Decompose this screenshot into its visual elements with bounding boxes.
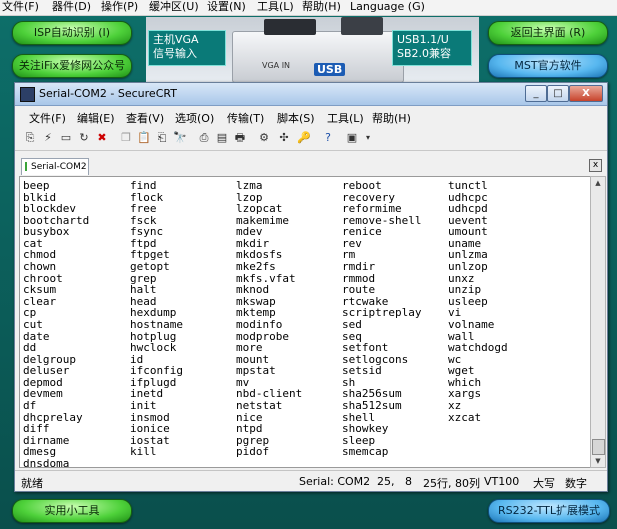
status-num: 数字 xyxy=(565,477,587,490)
status-terminal-type: VT100 xyxy=(484,475,520,488)
find-icon[interactable]: 🔭 xyxy=(173,131,187,145)
session-options-icon[interactable]: ⚙ xyxy=(257,131,271,145)
quick-connect-icon[interactable]: ⚡ xyxy=(41,131,55,145)
minimize-button[interactable]: _ xyxy=(525,85,547,102)
connect-icon[interactable]: ⎘ xyxy=(23,131,37,145)
isp-auto-detect-button[interactable]: ISP自动识别 (I) xyxy=(12,21,132,45)
mst-software-button[interactable]: MST官方软件 xyxy=(488,54,608,78)
securecrt-window: Serial-COM2 - SecureCRT _ □ X 文件(F) 编辑(E… xyxy=(14,82,608,492)
copy-paste-icon[interactable]: ⎗ xyxy=(155,131,169,145)
tab-serial-com2[interactable]: Serial-COM2 xyxy=(21,158,89,175)
menu-language[interactable]: Language (G) xyxy=(350,0,425,14)
menu-file[interactable]: 文件(F) xyxy=(2,0,39,14)
scroll-thumb[interactable] xyxy=(592,439,605,455)
paste-icon[interactable]: 📋 xyxy=(137,131,151,145)
global-options-icon[interactable]: ✣ xyxy=(277,131,291,145)
toolbar: ⎘ ⚡ ▭ ↻ ✖ ❐ 📋 ⎗ 🔭 ⎙ ▤ 🖶 ⚙ ✣ 🔑 ? ▣ ▾ xyxy=(15,128,607,151)
maximize-button[interactable]: □ xyxy=(547,85,569,102)
crt-menu-view[interactable]: 查看(V) xyxy=(126,110,164,126)
menu-settings[interactable]: 设置(N) xyxy=(207,0,246,14)
usb-logo: USB xyxy=(314,63,346,76)
keymap-icon[interactable]: 🔑 xyxy=(297,131,311,145)
tab-status-indicator xyxy=(25,162,27,171)
outer-menubar: 文件(F) 器件(D) 操作(P) 缓冲区(U) 设置(N) 工具(L) 帮助(… xyxy=(0,0,617,16)
usb-compat-callout: USB1.1/U SB2.0兼容 xyxy=(392,30,472,66)
crt-menu-transfer[interactable]: 传输(T) xyxy=(227,110,264,126)
sftp-icon[interactable]: ▣ xyxy=(345,131,359,145)
status-rows-cols: 25行, 80列 xyxy=(423,477,480,490)
tab-label: Serial-COM2 xyxy=(31,162,87,172)
help-icon[interactable]: ? xyxy=(321,131,335,145)
menu-buffer[interactable]: 缓冲区(U) xyxy=(149,0,199,14)
usb-port-image xyxy=(341,17,383,35)
terminal-output[interactable]: beep blkid blockdev bootchartd busybox c… xyxy=(19,176,591,468)
terminal-scrollbar[interactable]: ▲ ▼ xyxy=(590,176,606,468)
close-button[interactable]: X xyxy=(569,85,603,102)
crt-menu-edit[interactable]: 编辑(E) xyxy=(77,110,115,126)
utility-tools-button[interactable]: 实用小工具 xyxy=(12,499,132,523)
close-tab-icon[interactable]: x xyxy=(589,159,602,172)
terminal-column-3: lzma lzop lzopcat makemime mdev mkdir mk… xyxy=(236,179,303,459)
menu-tools[interactable]: 工具(L) xyxy=(257,0,294,14)
status-serial-port: Serial: COM2 xyxy=(299,475,371,488)
window-titlebar[interactable]: Serial-COM2 - SecureCRT _ □ X xyxy=(15,83,607,106)
return-home-button[interactable]: 返回主界面 (R) xyxy=(488,21,608,45)
print-selection-icon[interactable]: ▤ xyxy=(215,131,229,145)
terminal-app-icon xyxy=(20,87,35,102)
terminal-column-4: reboot recovery reformime remove-shell r… xyxy=(342,179,422,459)
ifix-follow-button[interactable]: 关注iFix爱修网公众号 xyxy=(12,54,132,78)
menu-device[interactable]: 器件(D) xyxy=(52,0,91,14)
disconnect-icon[interactable]: ✖ xyxy=(95,131,109,145)
crt-menu-file[interactable]: 文件(F) xyxy=(29,110,66,126)
toolbar-overflow-chevron-icon[interactable]: ▾ xyxy=(361,131,375,145)
connect-tab-icon[interactable]: ▭ xyxy=(59,131,73,145)
terminal-column-5: tunctl udhcpc udhcpd uevent umount uname… xyxy=(448,179,508,424)
status-ready: 就绪 xyxy=(21,477,43,490)
terminal-column-1: beep blkid blockdev bootchartd busybox c… xyxy=(23,179,90,468)
vga-in-label: VGA IN xyxy=(262,61,291,70)
status-bar: 就绪 Serial: COM2 25, 8 25行, 80列 VT100 大写 … xyxy=(15,470,607,491)
vga-port-image xyxy=(264,19,316,35)
reconnect-icon[interactable]: ↻ xyxy=(77,131,91,145)
window-title: Serial-COM2 - SecureCRT xyxy=(39,87,177,100)
scroll-down-icon[interactable]: ▼ xyxy=(591,455,605,467)
status-caps: 大写 xyxy=(533,477,555,490)
window-menubar: 文件(F) 编辑(E) 查看(V) 选项(O) 传输(T) 脚本(S) 工具(L… xyxy=(15,107,607,127)
scroll-up-icon[interactable]: ▲ xyxy=(591,177,605,189)
crt-menu-tools[interactable]: 工具(L) xyxy=(327,110,364,126)
rs232-ttl-mode-button[interactable]: RS232-TTL扩展模式 xyxy=(488,499,610,523)
crt-menu-script[interactable]: 脚本(S) xyxy=(277,110,315,126)
crt-menu-help[interactable]: 帮助(H) xyxy=(372,110,411,126)
vga-input-callout: 主机VGA 信号输入 xyxy=(148,30,226,66)
terminal-column-2: find flock free fsck fsync ftpd ftpget g… xyxy=(130,179,183,459)
menu-help[interactable]: 帮助(H) xyxy=(302,0,341,14)
menu-operation[interactable]: 操作(P) xyxy=(101,0,138,14)
crt-menu-options[interactable]: 选项(O) xyxy=(175,110,214,126)
status-cursor-position: 25, 8 xyxy=(377,475,412,488)
print-setup-icon[interactable]: ⎙ xyxy=(197,131,211,145)
copy-icon[interactable]: ❐ xyxy=(119,131,133,145)
print-icon[interactable]: 🖶 xyxy=(233,131,247,145)
session-tabbar: Serial-COM2 x xyxy=(15,155,607,175)
